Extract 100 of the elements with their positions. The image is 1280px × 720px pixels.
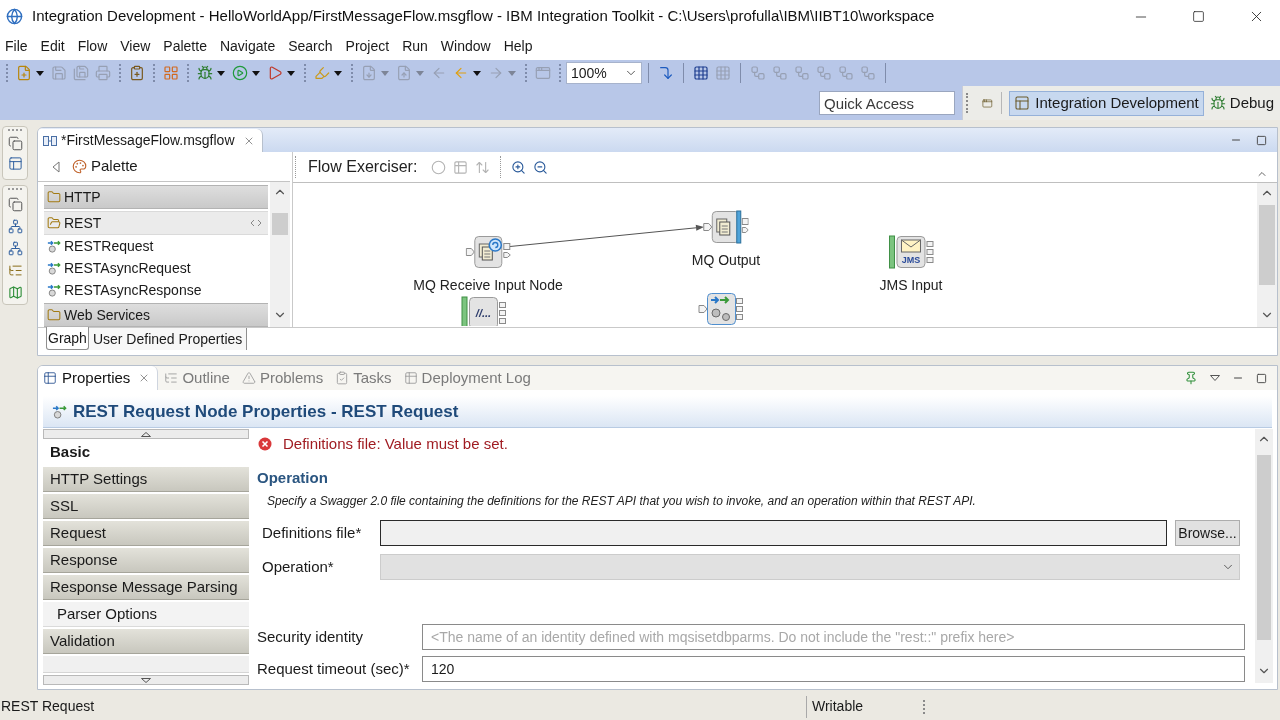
node-type-item[interactable]: RESTAsyncResponse [44, 279, 268, 301]
scrollbar-thumb[interactable] [272, 213, 288, 235]
clipboard-check-icon [335, 371, 350, 385]
section-title: Operation [257, 467, 328, 488]
node-arrows-icon [52, 404, 67, 419]
view-tab[interactable]: Problems [235, 366, 330, 390]
triangle-down-icon[interactable] [141, 677, 151, 683]
property-tab[interactable]: HTTP Settings [43, 467, 249, 492]
zoom-out-icon[interactable] [533, 159, 549, 175]
node-type-item[interactable]: RESTRequest [44, 235, 268, 257]
caret-icon[interactable] [473, 70, 481, 76]
menu-item[interactable]: File [5, 36, 28, 57]
map-icon[interactable] [7, 285, 23, 300]
hierarchy-icon[interactable] [7, 241, 23, 256]
window-title: Integration Development - HelloWorldApp/FirstMessageFlow.msgflow - IBM Integration Toolkit - C:\Users\profulla\IBM\IIBT10\workspace [32, 6, 935, 27]
triangle-up-icon[interactable] [141, 431, 151, 437]
node-arrows-icon [47, 283, 61, 297]
menu-item[interactable]: Project [345, 36, 390, 57]
palette-drawer[interactable]: Web Services [44, 303, 268, 327]
caret-icon[interactable] [36, 70, 44, 76]
menu-item[interactable]: Search [288, 36, 333, 57]
property-tab[interactable]: Validation [43, 629, 249, 654]
node-label: MQ Receive Input Node [413, 276, 563, 295]
node-type-item[interactable]: RESTAsyncRequest [44, 257, 268, 279]
grid-icon[interactable] [693, 65, 709, 81]
view-tab[interactable]: Deployment Log [397, 366, 537, 390]
folder-icon [47, 190, 61, 204]
view-tab[interactable]: Properties [38, 366, 159, 390]
tree-icon[interactable] [7, 263, 23, 278]
view-tab[interactable]: Outline [158, 366, 236, 390]
view-tab[interactable]: Tasks [329, 366, 398, 390]
caret-icon[interactable] [287, 70, 295, 76]
node-label: MQ Output [691, 251, 761, 270]
view-menu-icon[interactable] [1210, 375, 1220, 381]
exerciser-label: Flow Exerciser: [308, 157, 418, 177]
menu-item[interactable]: Edit [40, 36, 65, 57]
menu-item[interactable]: Flow [77, 36, 108, 57]
folder-icon [47, 308, 61, 322]
property-tab[interactable]: Response Message Parsing [43, 575, 249, 600]
scrollbar-thumb[interactable] [1257, 455, 1271, 640]
property-tab[interactable]: Request [43, 521, 249, 546]
perspective-button[interactable]: Debug [1206, 90, 1277, 116]
text-field[interactable]: <The name of an identity defined with mqsisetdbparms. Do not include the "rest::" prefix here> [422, 624, 1245, 650]
field-label: Definitions file* [262, 524, 362, 541]
zoom-in-icon[interactable] [511, 159, 527, 175]
documents-node-icon [703, 210, 749, 244]
editor-page-tab[interactable]: Graph [46, 327, 89, 350]
menu-item[interactable]: Run [402, 36, 428, 57]
palette-title: Palette [91, 156, 138, 177]
triangle-left-icon[interactable] [52, 160, 60, 173]
scrollbar-thumb[interactable] [1259, 205, 1275, 285]
field-label: Request timeout (sec)* [257, 660, 410, 677]
clipboard-icon[interactable] [129, 65, 145, 81]
menu-item[interactable]: Palette [163, 36, 207, 57]
menu-item[interactable]: Help [503, 36, 533, 57]
property-tab[interactable]: SSL [43, 494, 249, 519]
maximize-icon[interactable] [1256, 134, 1267, 146]
editor-tab[interactable]: *FirstMessageFlow.msgflow [38, 129, 263, 152]
hierarchy-icon[interactable] [7, 219, 23, 234]
grid-icon[interactable] [163, 65, 179, 81]
panel-icon[interactable] [7, 156, 23, 171]
perspective-button[interactable]: Integration Development [1009, 90, 1204, 116]
zoom-combo[interactable]: 100% [566, 62, 642, 84]
caret-icon[interactable] [334, 70, 342, 76]
caret-icon[interactable] [217, 70, 225, 76]
restore-icon[interactable] [7, 197, 23, 212]
scrollbar[interactable] [270, 182, 290, 327]
menu-item[interactable]: Navigate [219, 36, 276, 57]
palette-drawer[interactable]: HTTP [44, 185, 268, 209]
restore-icon[interactable] [7, 136, 23, 151]
text-field[interactable]: 120 [422, 656, 1245, 682]
window-layout-icon[interactable] [1014, 95, 1031, 111]
definitions-file-field[interactable] [380, 520, 1167, 546]
scrollbar[interactable] [1255, 429, 1273, 683]
node-label: JMS Input [879, 276, 943, 295]
node-arrows-icon [47, 261, 61, 275]
bug-icon[interactable] [1209, 95, 1226, 111]
folder-open-icon [47, 216, 61, 230]
browse-button[interactable]: Browse... [1175, 520, 1240, 546]
editor-page-tab[interactable]: User Defined Properties [88, 328, 248, 350]
menu-item[interactable]: Window [440, 36, 491, 57]
corner-arrow-icon[interactable] [658, 65, 674, 81]
quick-access-field[interactable]: Quick Access [819, 91, 955, 115]
node-arrows-icon [47, 239, 61, 253]
menu-item[interactable]: View [120, 36, 151, 57]
angle-brackets-icon[interactable] [250, 219, 262, 227]
status-message: REST Request [1, 698, 95, 714]
scrollbar[interactable] [1257, 183, 1277, 327]
warning-icon [241, 371, 256, 385]
pin-icon[interactable] [1184, 371, 1198, 385]
error-message: Definitions file: Value must be set. [283, 433, 508, 454]
maximize-icon[interactable] [1256, 372, 1267, 384]
caret-icon[interactable] [252, 70, 260, 76]
property-tab[interactable]: Response [43, 548, 249, 573]
palette-drawer[interactable]: REST [44, 211, 268, 235]
status-mode: Writable [812, 698, 864, 714]
property-tab[interactable]: Parser Options [43, 602, 249, 627]
error-icon [258, 437, 272, 451]
maximize-icon[interactable] [1192, 10, 1205, 23]
table-icon [43, 371, 57, 385]
